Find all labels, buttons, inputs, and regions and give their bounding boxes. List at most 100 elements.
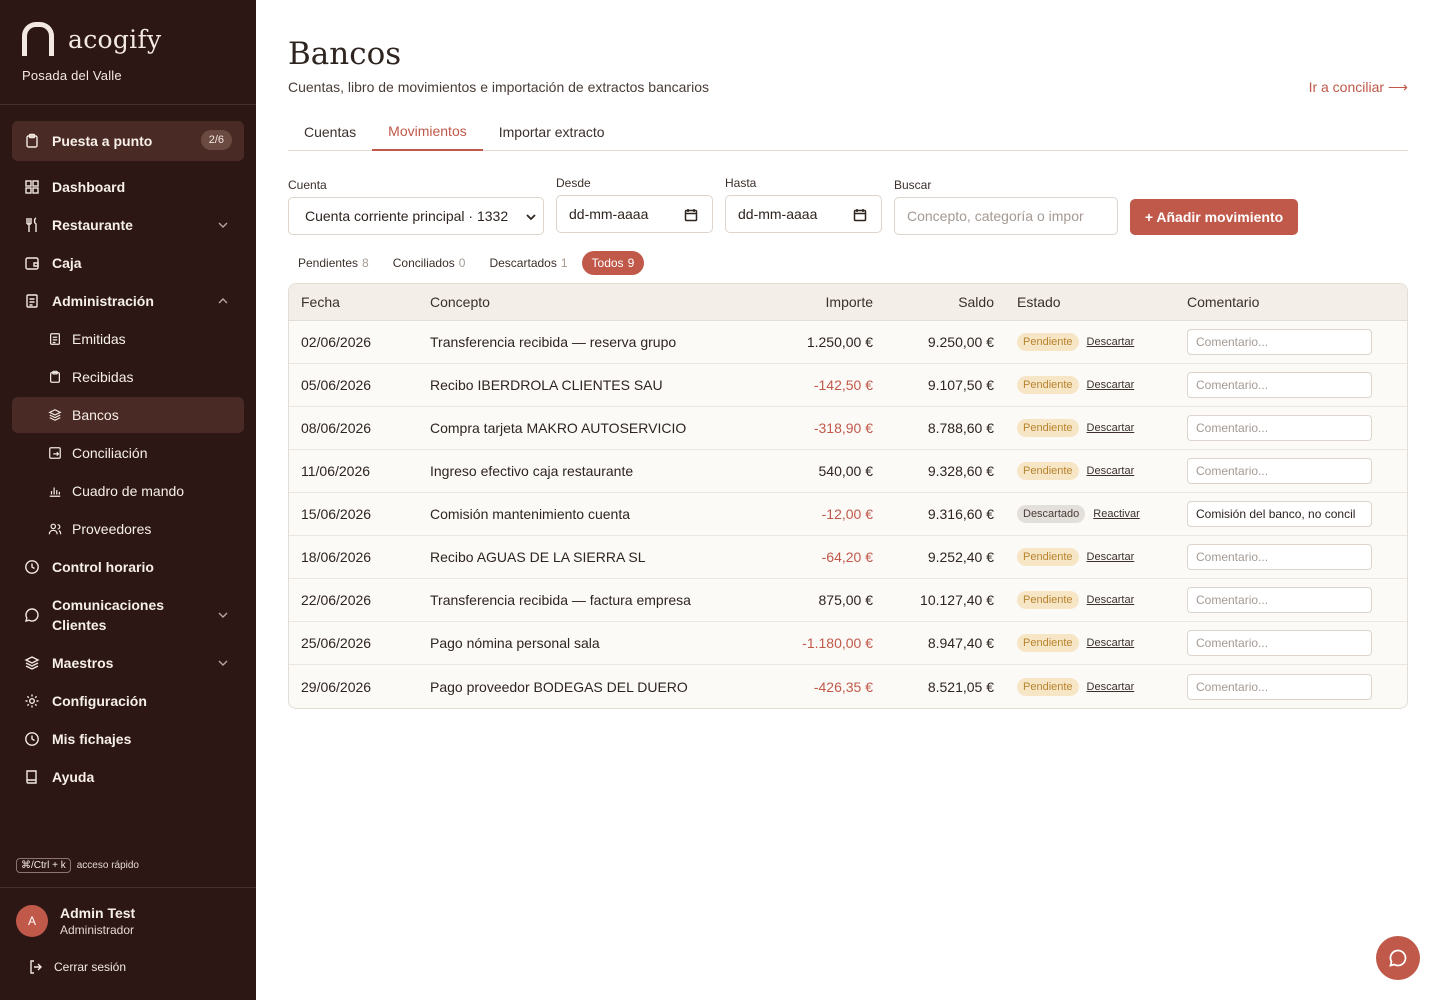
cell-amount: -142,50 € [813,377,873,393]
account-select-value: Cuenta corriente principal · 1332 [305,208,509,224]
table-row[interactable]: 11/06/2026 Ingreso efectivo caja restaura… [289,450,1407,493]
discard-link[interactable]: Descartar [1087,422,1135,434]
column-header-importe[interactable]: Importe [739,294,873,310]
table-header: Fecha Concepto Importe Saldo Estado Come… [289,284,1407,321]
status-badge: Pendiente [1017,677,1079,696]
cell-balance: 8.788,60 € [927,420,994,436]
sidebar-item-maestros[interactable]: Maestros [12,645,244,681]
table-row[interactable]: 25/06/2026 Pago nómina personal sala -1.18… [289,622,1407,665]
brand-logo[interactable]: acogify [22,22,161,56]
chevron-up-icon[interactable] [216,294,230,308]
table-row[interactable]: 29/06/2026 Pago proveedor BODEGAS DEL DUE… [289,665,1407,708]
sidebar-item-ayuda[interactable]: Ayuda [12,759,244,795]
sidebar-item-emitidas[interactable]: Emitidas [12,321,244,357]
sidebar-item-comunicaciones-clientes[interactable]: Comunicaciones Clientes [12,595,244,635]
column-header-concepto[interactable]: Concepto [418,294,739,310]
column-header-comentario[interactable]: Comentario [1187,294,1387,310]
status-badge: Pendiente [1017,419,1079,437]
add-movement-button[interactable]: + Añadir movimiento [1130,199,1298,235]
comment-input[interactable]: Comentario... [1187,329,1372,355]
comment-input[interactable]: Comentario... [1187,372,1372,398]
chevron-down-icon[interactable] [216,218,230,232]
filter-descartados[interactable]: Descartados 1 [479,251,577,275]
discard-link[interactable]: Descartar [1087,637,1135,649]
sidebar-item-cuadro-de-mando[interactable]: Cuadro de mando [12,473,244,509]
table-row[interactable]: 08/06/2026 Compra tarjeta MAKRO AUTOSERVI… [289,407,1407,450]
comment-input[interactable]: Comentario... [1187,544,1372,570]
sidebar-item-conciliacion[interactable]: Conciliación [12,435,244,471]
sidebar-item-proveedores[interactable]: Proveedores [12,511,244,547]
search-label: Buscar [894,178,932,192]
comment-input[interactable]: Comentario... [1187,673,1372,700]
sidebar-item-mis-fichajes[interactable]: Mis fichajes [12,721,244,757]
discard-link[interactable]: Descartar [1087,594,1135,606]
comment-input[interactable]: Comentario... [1187,415,1372,441]
cell-status: Pendiente Descartar [994,376,1187,394]
cell-balance: 9.252,40 € [927,549,994,565]
table-row[interactable]: 02/06/2026 Transferencia recibida — reser… [289,321,1407,364]
discard-link[interactable]: Descartar [1087,379,1135,391]
cell-balance: 8.947,40 € [927,635,994,651]
filter-pendientes[interactable]: Pendientes 8 [288,251,379,275]
setup-button[interactable]: Puesta a punto 2/6 [12,121,244,161]
discard-link[interactable]: Descartar [1087,336,1135,348]
discard-link[interactable]: Descartar [1087,465,1135,477]
sidebar-item-caja[interactable]: Caja [12,245,244,281]
cell-amount: 540,00 € [818,463,874,479]
comment-input[interactable]: Comentario... [1187,458,1372,484]
sidebar-item-administracion[interactable]: Administración [12,283,244,319]
sidebar-item-restaurante[interactable]: Restaurante [12,207,244,243]
comment-input[interactable]: Comentario... [1187,587,1372,613]
column-header-saldo[interactable]: Saldo [873,294,994,310]
cell-date: 11/06/2026 [301,463,371,479]
table-row[interactable]: 22/06/2026 Transferencia recibida — factu… [289,579,1407,622]
discard-link[interactable]: Descartar [1087,551,1135,563]
cell-date: 18/06/2026 [301,549,372,565]
status-badge: Pendiente [1017,462,1079,480]
search-input[interactable]: Concepto, categoría o impor [894,197,1118,235]
sidebar-item-dashboard[interactable]: Dashboard [12,169,244,205]
chat-button[interactable] [1376,936,1420,980]
from-date-input[interactable]: dd-mm-aaaa [556,195,713,233]
comment-input[interactable]: Comisión del banco, no concil [1187,501,1372,527]
setup-label: Puesta a punto [52,133,153,149]
sidebar-item-label: Comunicaciones Clientes [52,597,165,633]
account-select[interactable]: Cuenta corriente principal · 1332 [288,197,544,235]
comment-input[interactable]: Comentario... [1187,630,1372,656]
cell-status: Pendiente Descartar [994,419,1187,437]
sidebar-item-label: Conciliación [72,445,148,461]
tab-importar-extracto[interactable]: Importar extracto [483,112,621,151]
chevron-down-icon[interactable] [216,656,230,670]
chevron-down-icon[interactable] [216,608,230,622]
to-date-input[interactable]: dd-mm-aaaa [725,195,882,233]
grid-icon [25,180,39,194]
chat-icon [1389,949,1407,967]
sidebar-item-control-horario[interactable]: Control horario [12,549,244,585]
sidebar-item-configuracion[interactable]: Configuración [12,683,244,719]
table-row[interactable]: 15/06/2026 Comisión mantenimiento cuenta -… [289,493,1407,536]
table-row[interactable]: 18/06/2026 Recibo AGUAS DE LA SIERRA SL -6… [289,536,1407,579]
column-header-fecha[interactable]: Fecha [289,294,418,310]
discard-link[interactable]: Descartar [1087,681,1135,693]
go-to-reconcile-link[interactable]: Ir a conciliar ⟶ [1309,79,1408,96]
tab-movimientos[interactable]: Movimientos [372,112,483,151]
logout-label: Cerrar sesión [54,960,127,974]
calendar-icon[interactable] [684,208,698,222]
reactivate-link[interactable]: Reactivar [1093,508,1139,520]
column-header-estado[interactable]: Estado [994,294,1187,310]
chevron-down-icon [526,214,536,221]
calendar-icon[interactable] [853,208,867,222]
tab-cuentas[interactable]: Cuentas [288,112,372,151]
sidebar-item-recibidas[interactable]: Recibidas [12,359,244,395]
cell-concept: Ingreso efectivo caja restaurante [430,463,634,479]
table-row[interactable]: 05/06/2026 Recibo IBERDROLA CLIENTES SAU -… [289,364,1407,407]
cell-concept: Transferencia recibida — reserva grupo [430,334,677,350]
sidebar-item-bancos[interactable]: Bancos [12,397,244,433]
cell-status: Pendiente Descartar [994,591,1187,609]
user-profile[interactable]: A Admin Test Administrador [16,905,135,937]
cell-amount: -318,90 € [813,420,873,436]
logout-button[interactable]: Cerrar sesión [28,959,126,975]
search-placeholder: Concepto, categoría o impor [907,208,1084,224]
filter-conciliados[interactable]: Conciliados 0 [383,251,476,275]
filter-todos[interactable]: Todos 9 [581,251,645,275]
